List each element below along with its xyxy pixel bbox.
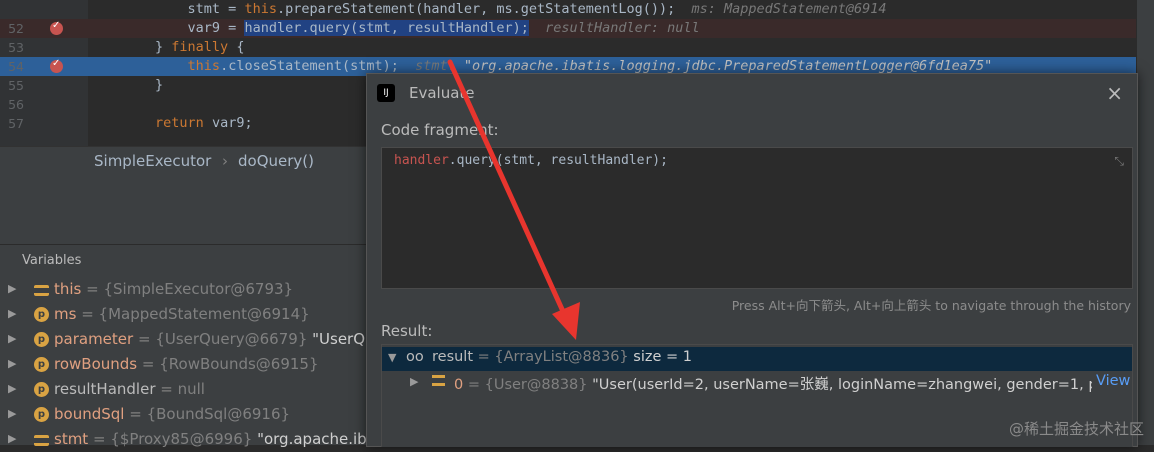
evaluate-dialog[interactable]: IJ Evaluate × Code fragment: handler.que… [366, 73, 1138, 447]
variable-row[interactable]: ▶ this = {SimpleExecutor@6793} [0, 278, 370, 302]
close-icon[interactable]: × [1106, 81, 1123, 105]
watch-icon: oo [406, 349, 424, 365]
inline-debug-hint: resultHandler: null [528, 20, 700, 36]
breakpoint-icon[interactable] [50, 20, 63, 35]
dialog-title-bar[interactable]: IJ Evaluate × [367, 74, 1137, 112]
right-tool-strip[interactable] [1136, 0, 1154, 445]
p-icon: p [34, 407, 49, 422]
line-number: 53 [8, 40, 24, 55]
p-icon: p [34, 307, 49, 322]
dialog-title: Evaluate [409, 84, 475, 102]
code-line[interactable]: 53 } finally { [0, 38, 1154, 57]
code-fragment-label: Code fragment: [381, 121, 499, 139]
line-number: 57 [8, 116, 24, 131]
variable-row[interactable]: ▶pparameter = {UserQuery@6679} "UserQuer [0, 328, 370, 352]
stack-icon [34, 285, 49, 296]
variable-row[interactable]: ▶ p boundSql = {BoundSql@6916} [0, 403, 370, 427]
watermark: @稀土掘金技术社区 [1008, 420, 1144, 438]
inline-debug-value: "org.apache.ibatis.logging.jdbc.Prepared… [463, 58, 993, 74]
code-line-breakpoint[interactable]: 52 var9 = handler.query(stmt, resultHand… [0, 19, 1154, 38]
expand-arrow-icon[interactable]: ▶ [8, 332, 16, 345]
expand-arrow-icon[interactable]: ▶ [8, 407, 16, 420]
list-item-icon [432, 375, 445, 386]
expand-arrow-icon[interactable]: ▶ [8, 357, 16, 370]
breadcrumb-method[interactable]: doQuery() [238, 152, 314, 170]
variable-row[interactable]: ▶stmt = {$Proxy85@6996} "org.apache.ibat… [0, 428, 370, 452]
expand-arrow-icon[interactable]: ▶ [8, 432, 16, 445]
variable-row[interactable]: ▶ p resultHandler = null [0, 378, 370, 402]
result-label: Result: [381, 322, 433, 340]
breadcrumb-separator-icon: › [222, 152, 228, 170]
result-root-node[interactable]: ▼ oo result = {ArrayList@8836} size = 1 [382, 347, 1132, 371]
expand-arrow-icon[interactable]: ▶ [8, 307, 16, 320]
collapse-arrow-icon[interactable]: ▶ [410, 375, 418, 388]
p-icon: p [34, 357, 49, 372]
history-hint: Press Alt+向下箭头, Alt+向上箭头 to navigate thr… [731, 298, 1131, 313]
p-icon: p [34, 332, 49, 347]
expand-arrow-icon[interactable]: ▶ [8, 282, 16, 295]
line-number: 52 [8, 21, 24, 36]
line-number: 56 [8, 97, 24, 112]
selected-expression: handler.query(stmt, resultHandler); [244, 20, 529, 36]
line-number: 54 [8, 59, 24, 74]
variable-row[interactable]: ▶ p ms = {MappedStatement@6914} [0, 303, 370, 327]
expand-arrow-icon[interactable]: ▶ [8, 382, 16, 395]
breadcrumb-class[interactable]: SimpleExecutor [94, 152, 211, 170]
expand-arrow-icon[interactable]: ▼ [388, 351, 396, 364]
line-number: 55 [8, 78, 24, 93]
code-fragment-editor[interactable]: handler.query(stmt, resultHandler); ⤡ [381, 147, 1133, 289]
breakpoint-icon[interactable] [50, 58, 63, 73]
expand-icon[interactable]: ⤡ [1114, 154, 1124, 169]
inline-debug-hint: ms: MappedStatement@6914 [675, 1, 887, 17]
variable-row[interactable]: ▶ p rowBounds = {RowBounds@6915} [0, 353, 370, 377]
p-icon: p [34, 382, 49, 397]
result-child-node[interactable]: ▶ 0 = {User@8838} "User(userId=2, userNa… [382, 371, 1132, 395]
variables-header: Variables [0, 244, 370, 275]
inline-debug-hint: stmt: [398, 58, 464, 74]
code-line[interactable]: stmt = this.prepareStatement(handler, ms… [0, 0, 1154, 19]
view-link[interactable]: View [1092, 373, 1131, 389]
stack-icon [34, 435, 49, 446]
intellij-logo-icon: IJ [377, 84, 395, 102]
